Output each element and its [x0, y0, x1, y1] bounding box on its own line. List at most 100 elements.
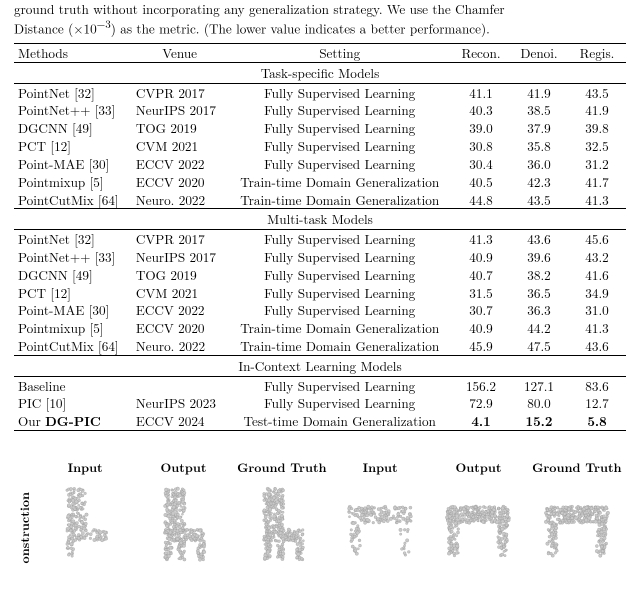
cell-method: PointNet [32]	[14, 83, 132, 101]
cell-method: Our DG-PIC	[14, 412, 132, 430]
cell-setting: Train-time Domain Generalization	[227, 337, 452, 355]
cell-recon: 45.9	[452, 337, 510, 355]
cell-venue: ECCV 2020	[132, 173, 228, 191]
col-methods: Methods	[14, 44, 132, 63]
cell-venue: ECCV 2024	[132, 412, 228, 430]
section-title: Task-specific Models	[14, 62, 626, 83]
table-row: Point-MAE [30]ECCV 2022Fully Supervised …	[14, 155, 626, 173]
cell-setting: Train-time Domain Generalization	[227, 191, 452, 209]
col-venue: Venue	[132, 44, 228, 63]
cell-recon: 30.4	[452, 155, 510, 173]
cell-venue: Neuro. 2022	[132, 191, 228, 209]
cell-setting: Fully Supervised Learning	[227, 230, 452, 248]
figure-row: InputOutputGround TruthInputOutputGround…	[14, 459, 626, 564]
cell-venue: NeurIPS 2017	[132, 248, 228, 266]
table-row: PCT [12]CVM 2021Fully Supervised Learnin…	[14, 137, 626, 155]
cell-venue: TOG 2019	[132, 119, 228, 137]
cell-setting: Fully Supervised Learning	[227, 266, 452, 284]
cell-recon: 41.1	[452, 83, 510, 101]
table-row: PointCutMix [64]Neuro. 2022Train-time Do…	[14, 191, 626, 209]
table-row: Point-MAE [30]ECCV 2022Fully Supervised …	[14, 301, 626, 319]
col-regis: Regis.	[568, 44, 626, 63]
cell-denoi: 41.9	[510, 83, 568, 101]
cell-regis: 32.5	[568, 137, 626, 155]
table-row: PCT [12]CVM 2021Fully Supervised Learnin…	[14, 284, 626, 302]
cell-venue: CVPR 2017	[132, 83, 228, 101]
table-row: PointNet [32]CVPR 2017Fully Supervised L…	[14, 230, 626, 248]
cell-denoi: 44.2	[510, 319, 568, 337]
cell-regis: 41.3	[568, 191, 626, 209]
caption-line2b: ) as the metric. (The lower value indica…	[111, 18, 490, 37]
cell-venue: ECCV 2022	[132, 301, 228, 319]
cell-setting: Fully Supervised Learning	[227, 137, 452, 155]
cell-denoi: 15.2	[510, 412, 568, 430]
figure-column: Ground Truth	[234, 459, 330, 564]
col-denoi: Denoi.	[510, 44, 568, 63]
table-row: BaselineFully Supervised Learning156.212…	[14, 376, 626, 394]
cell-setting: Fully Supervised Learning	[227, 394, 452, 412]
cell-regis: 34.9	[568, 284, 626, 302]
cell-regis: 45.6	[568, 230, 626, 248]
table-row: DGCNN [49]TOG 2019Fully Supervised Learn…	[14, 266, 626, 284]
cell-denoi: 127.1	[510, 376, 568, 394]
cell-method: Baseline	[14, 376, 132, 394]
cell-method: PointCutMix [64]	[14, 337, 132, 355]
cell-regis: 41.6	[568, 266, 626, 284]
cell-regis: 43.2	[568, 248, 626, 266]
cell-recon: 40.7	[452, 266, 510, 284]
table-row: Pointmixup [5]ECCV 2020Train-time Domain…	[14, 173, 626, 191]
cell-setting: Fully Supervised Learning	[227, 284, 452, 302]
cell-venue: Neuro. 2022	[132, 337, 228, 355]
cell-setting: Fully Supervised Learning	[227, 119, 452, 137]
cell-recon: 31.5	[452, 284, 510, 302]
cell-method: PointCutMix [64]	[14, 191, 132, 209]
cell-setting: Fully Supervised Learning	[227, 155, 452, 173]
cell-method: Pointmixup [5]	[14, 319, 132, 337]
figure-column-label: Input	[363, 459, 398, 476]
table-row: PointNet++ [33]NeurIPS 2017Fully Supervi…	[14, 101, 626, 119]
cell-regis: 5.8	[568, 412, 626, 430]
cell-regis: 12.7	[568, 394, 626, 412]
table-row: PointNet++ [33]NeurIPS 2017Fully Supervi…	[14, 248, 626, 266]
cell-method: DGCNN [49]	[14, 119, 132, 137]
cell-recon: 72.9	[452, 394, 510, 412]
cell-method: PointNet++ [33]	[14, 101, 132, 119]
caption-line2a: Distance (×10	[14, 18, 97, 37]
cell-venue: NeurIPS 2023	[132, 394, 228, 412]
cell-regis: 31.2	[568, 155, 626, 173]
cell-recon: 40.9	[452, 248, 510, 266]
cell-regis: 43.6	[568, 337, 626, 355]
cell-regis: 41.7	[568, 173, 626, 191]
cell-denoi: 38.5	[510, 101, 568, 119]
figure-column-label: Ground Truth	[237, 459, 326, 476]
cell-method: DGCNN [49]	[14, 266, 132, 284]
cell-setting: Fully Supervised Learning	[227, 376, 452, 394]
table-row: Our DG-PICECCV 2024Test-time Domain Gene…	[14, 412, 626, 430]
cell-venue: ECCV 2022	[132, 155, 228, 173]
caption-line1: ground truth without incorporating any g…	[14, 0, 505, 18]
cell-denoi: 43.6	[510, 230, 568, 248]
figure-column: Output	[135, 459, 231, 564]
col-recon: Recon.	[452, 44, 510, 63]
figure-column-label: Input	[68, 459, 103, 476]
table-row: PointCutMix [64]Neuro. 2022Train-time Do…	[14, 337, 626, 355]
cell-denoi: 39.6	[510, 248, 568, 266]
cell-venue: NeurIPS 2017	[132, 101, 228, 119]
cell-denoi: 36.5	[510, 284, 568, 302]
col-setting: Setting	[227, 44, 452, 63]
table-row: PointNet [32]CVPR 2017Fully Supervised L…	[14, 83, 626, 101]
cell-method: PCT [12]	[14, 137, 132, 155]
cell-regis: 83.6	[568, 376, 626, 394]
cell-venue: CVPR 2017	[132, 230, 228, 248]
cell-setting: Fully Supervised Learning	[227, 301, 452, 319]
cell-method: PIC [10]	[14, 394, 132, 412]
cell-denoi: 38.2	[510, 266, 568, 284]
cell-setting: Train-time Domain Generalization	[227, 173, 452, 191]
cell-venue: ECCV 2020	[132, 319, 228, 337]
cell-recon: 40.5	[452, 173, 510, 191]
cell-recon: 39.0	[452, 119, 510, 137]
cell-setting: Fully Supervised Learning	[227, 83, 452, 101]
table-row: PIC [10]NeurIPS 2023Fully Supervised Lea…	[14, 394, 626, 412]
cell-denoi: 35.8	[510, 137, 568, 155]
cell-recon: 40.9	[452, 319, 510, 337]
